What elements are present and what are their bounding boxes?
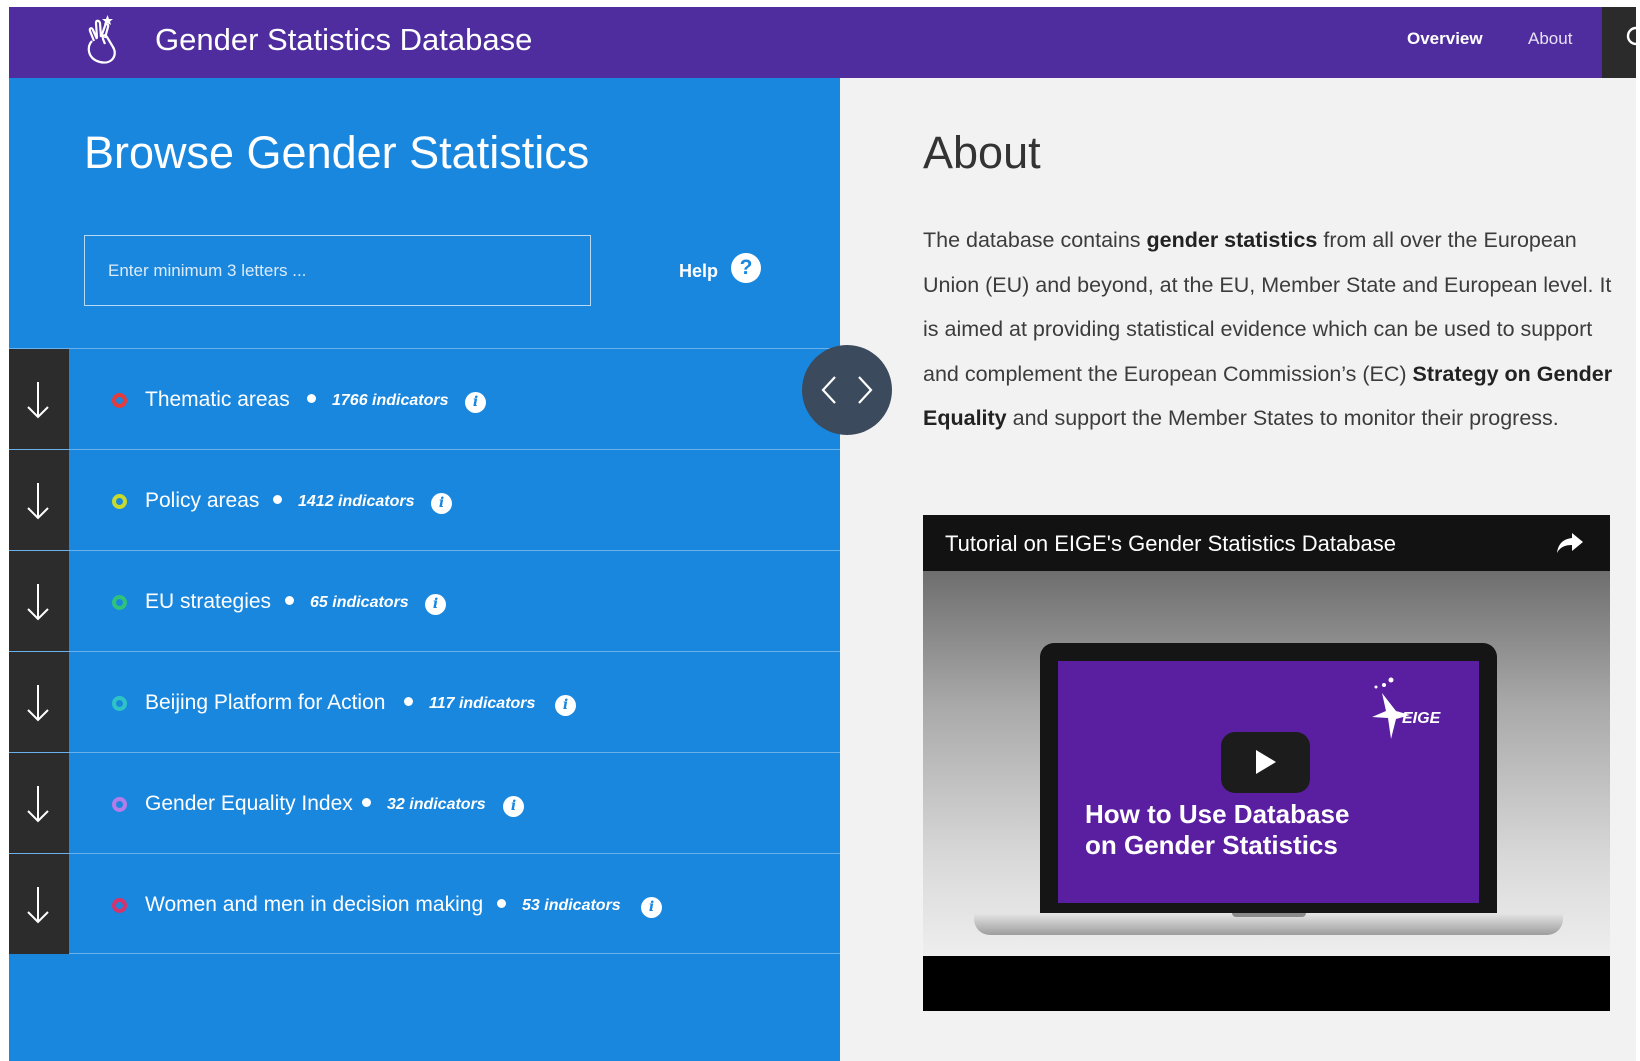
arrow-down-icon (27, 786, 49, 823)
category-row-gender-equality-index[interactable]: Gender Equality Index 32 indicators i (9, 752, 840, 853)
expand-button[interactable] (9, 349, 69, 449)
share-icon[interactable] (1555, 531, 1585, 555)
eige-logo-icon: EIGE (1372, 677, 1442, 739)
search-icon (1626, 26, 1640, 46)
indicator-count: 1766 indicators (307, 391, 449, 411)
info-icon[interactable]: i (503, 796, 524, 817)
bullet-dot (285, 596, 294, 605)
category-row-thematic-areas[interactable]: Thematic areas 1766 indicators i (9, 348, 840, 449)
video-title[interactable]: Tutorial on EIGE's Gender Statistics Dat… (945, 531, 1396, 557)
video-player[interactable]: Tutorial on EIGE's Gender Statistics Dat… (923, 515, 1610, 1011)
info-icon[interactable]: i (425, 594, 446, 615)
browse-title: Browse Gender Statistics (84, 127, 590, 178)
category-color-dot (112, 494, 127, 509)
category-label[interactable]: Thematic areas (145, 387, 290, 412)
about-text-part: The database contains (923, 228, 1147, 252)
indicator-count: 117 indicators (404, 694, 535, 714)
about-panel: About The database contains gender stati… (840, 78, 1636, 1061)
indicator-count-text: 117 indicators (429, 695, 536, 712)
category-label[interactable]: Policy areas (145, 488, 259, 513)
eige-logo-text: EIGE (1402, 710, 1442, 727)
chevron-left-icon (821, 376, 836, 404)
category-label[interactable]: EU strategies (145, 589, 271, 614)
category-label[interactable]: Beijing Platform for Action (145, 690, 385, 715)
indicator-count-text: 1766 indicators (332, 392, 449, 409)
arrow-down-icon (27, 685, 49, 722)
info-icon[interactable]: i (465, 392, 486, 413)
arrow-down-icon (27, 483, 49, 520)
thumbnail-caption-line: How to Use Database (1085, 799, 1350, 829)
bullet-dot (362, 798, 371, 807)
info-icon[interactable]: i (431, 493, 452, 514)
bullet-dot (497, 899, 506, 908)
about-title: About (923, 127, 1041, 178)
indicator-count-text: 1412 indicators (298, 493, 415, 510)
browse-panel: Browse Gender Statistics Help ? Thematic… (9, 78, 840, 1061)
expand-button[interactable] (9, 753, 69, 853)
category-color-dot (112, 696, 127, 711)
about-bold-term: gender statistics (1146, 228, 1318, 252)
category-row-women-and-men[interactable]: Women and men in decision making 53 indi… (9, 853, 840, 954)
search-input[interactable] (84, 235, 591, 306)
panel-slide-toggle[interactable] (802, 345, 892, 435)
bullet-dot (307, 394, 316, 403)
top-navigation-bar: Gender Statistics Database Overview Abou… (9, 7, 1640, 78)
about-text-part: and support the Member States to monitor… (1006, 406, 1559, 430)
category-color-dot (112, 393, 127, 408)
header-search-button[interactable] (1602, 7, 1640, 78)
expand-button[interactable] (9, 551, 69, 651)
category-row-eu-strategies[interactable]: EU strategies 65 indicators i (9, 550, 840, 651)
category-color-dot (112, 595, 127, 610)
page-frame: Gender Statistics Database Overview Abou… (9, 7, 1640, 1061)
indicator-count-text: 65 indicators (310, 594, 409, 611)
arrow-down-icon (27, 887, 49, 924)
indicator-count-text: 53 indicators (522, 897, 621, 914)
app-title[interactable]: Gender Statistics Database (155, 21, 532, 59)
play-icon (1256, 750, 1276, 774)
expand-button[interactable] (9, 854, 69, 954)
category-row-beijing-platform[interactable]: Beijing Platform for Action 117 indicato… (9, 651, 840, 752)
nav-about-link[interactable]: About (1528, 29, 1572, 49)
indicator-count-text: 32 indicators (387, 796, 486, 813)
category-list: Thematic areas 1766 indicators i Policy … (9, 348, 840, 954)
bullet-dot (404, 697, 413, 706)
help-question-icon[interactable]: ? (731, 253, 761, 283)
category-label[interactable]: Gender Equality Index (145, 791, 353, 816)
video-title-bar: Tutorial on EIGE's Gender Statistics Dat… (923, 515, 1610, 571)
bullet-dot (273, 495, 282, 504)
indicator-count: 53 indicators (497, 896, 621, 916)
category-row-policy-areas[interactable]: Policy areas 1412 indicators i (9, 449, 840, 550)
thumbnail-caption-line: on Gender Statistics (1085, 830, 1338, 860)
indicator-count: 65 indicators (285, 593, 409, 613)
category-color-dot (112, 797, 127, 812)
arrow-down-icon (27, 382, 49, 419)
laptop-notch (1232, 913, 1306, 917)
category-label[interactable]: Women and men in decision making (145, 892, 483, 917)
about-description: The database contains gender statistics … (923, 218, 1613, 441)
arrow-down-icon (27, 584, 49, 621)
expand-button[interactable] (9, 450, 69, 550)
help-label[interactable]: Help (679, 260, 718, 282)
hand-logo-icon[interactable] (80, 11, 122, 67)
indicator-count: 32 indicators (362, 795, 486, 815)
expand-button[interactable] (9, 652, 69, 752)
chevron-right-icon (858, 376, 873, 404)
indicator-count: 1412 indicators (273, 492, 415, 512)
category-color-dot (112, 898, 127, 913)
info-icon[interactable]: i (641, 897, 662, 918)
video-thumbnail[interactable]: EIGE How to Use Database on Gender Stati… (923, 571, 1610, 956)
play-button[interactable] (1221, 732, 1310, 793)
nav-overview-link[interactable]: Overview (1407, 29, 1483, 49)
info-icon[interactable]: i (555, 695, 576, 716)
